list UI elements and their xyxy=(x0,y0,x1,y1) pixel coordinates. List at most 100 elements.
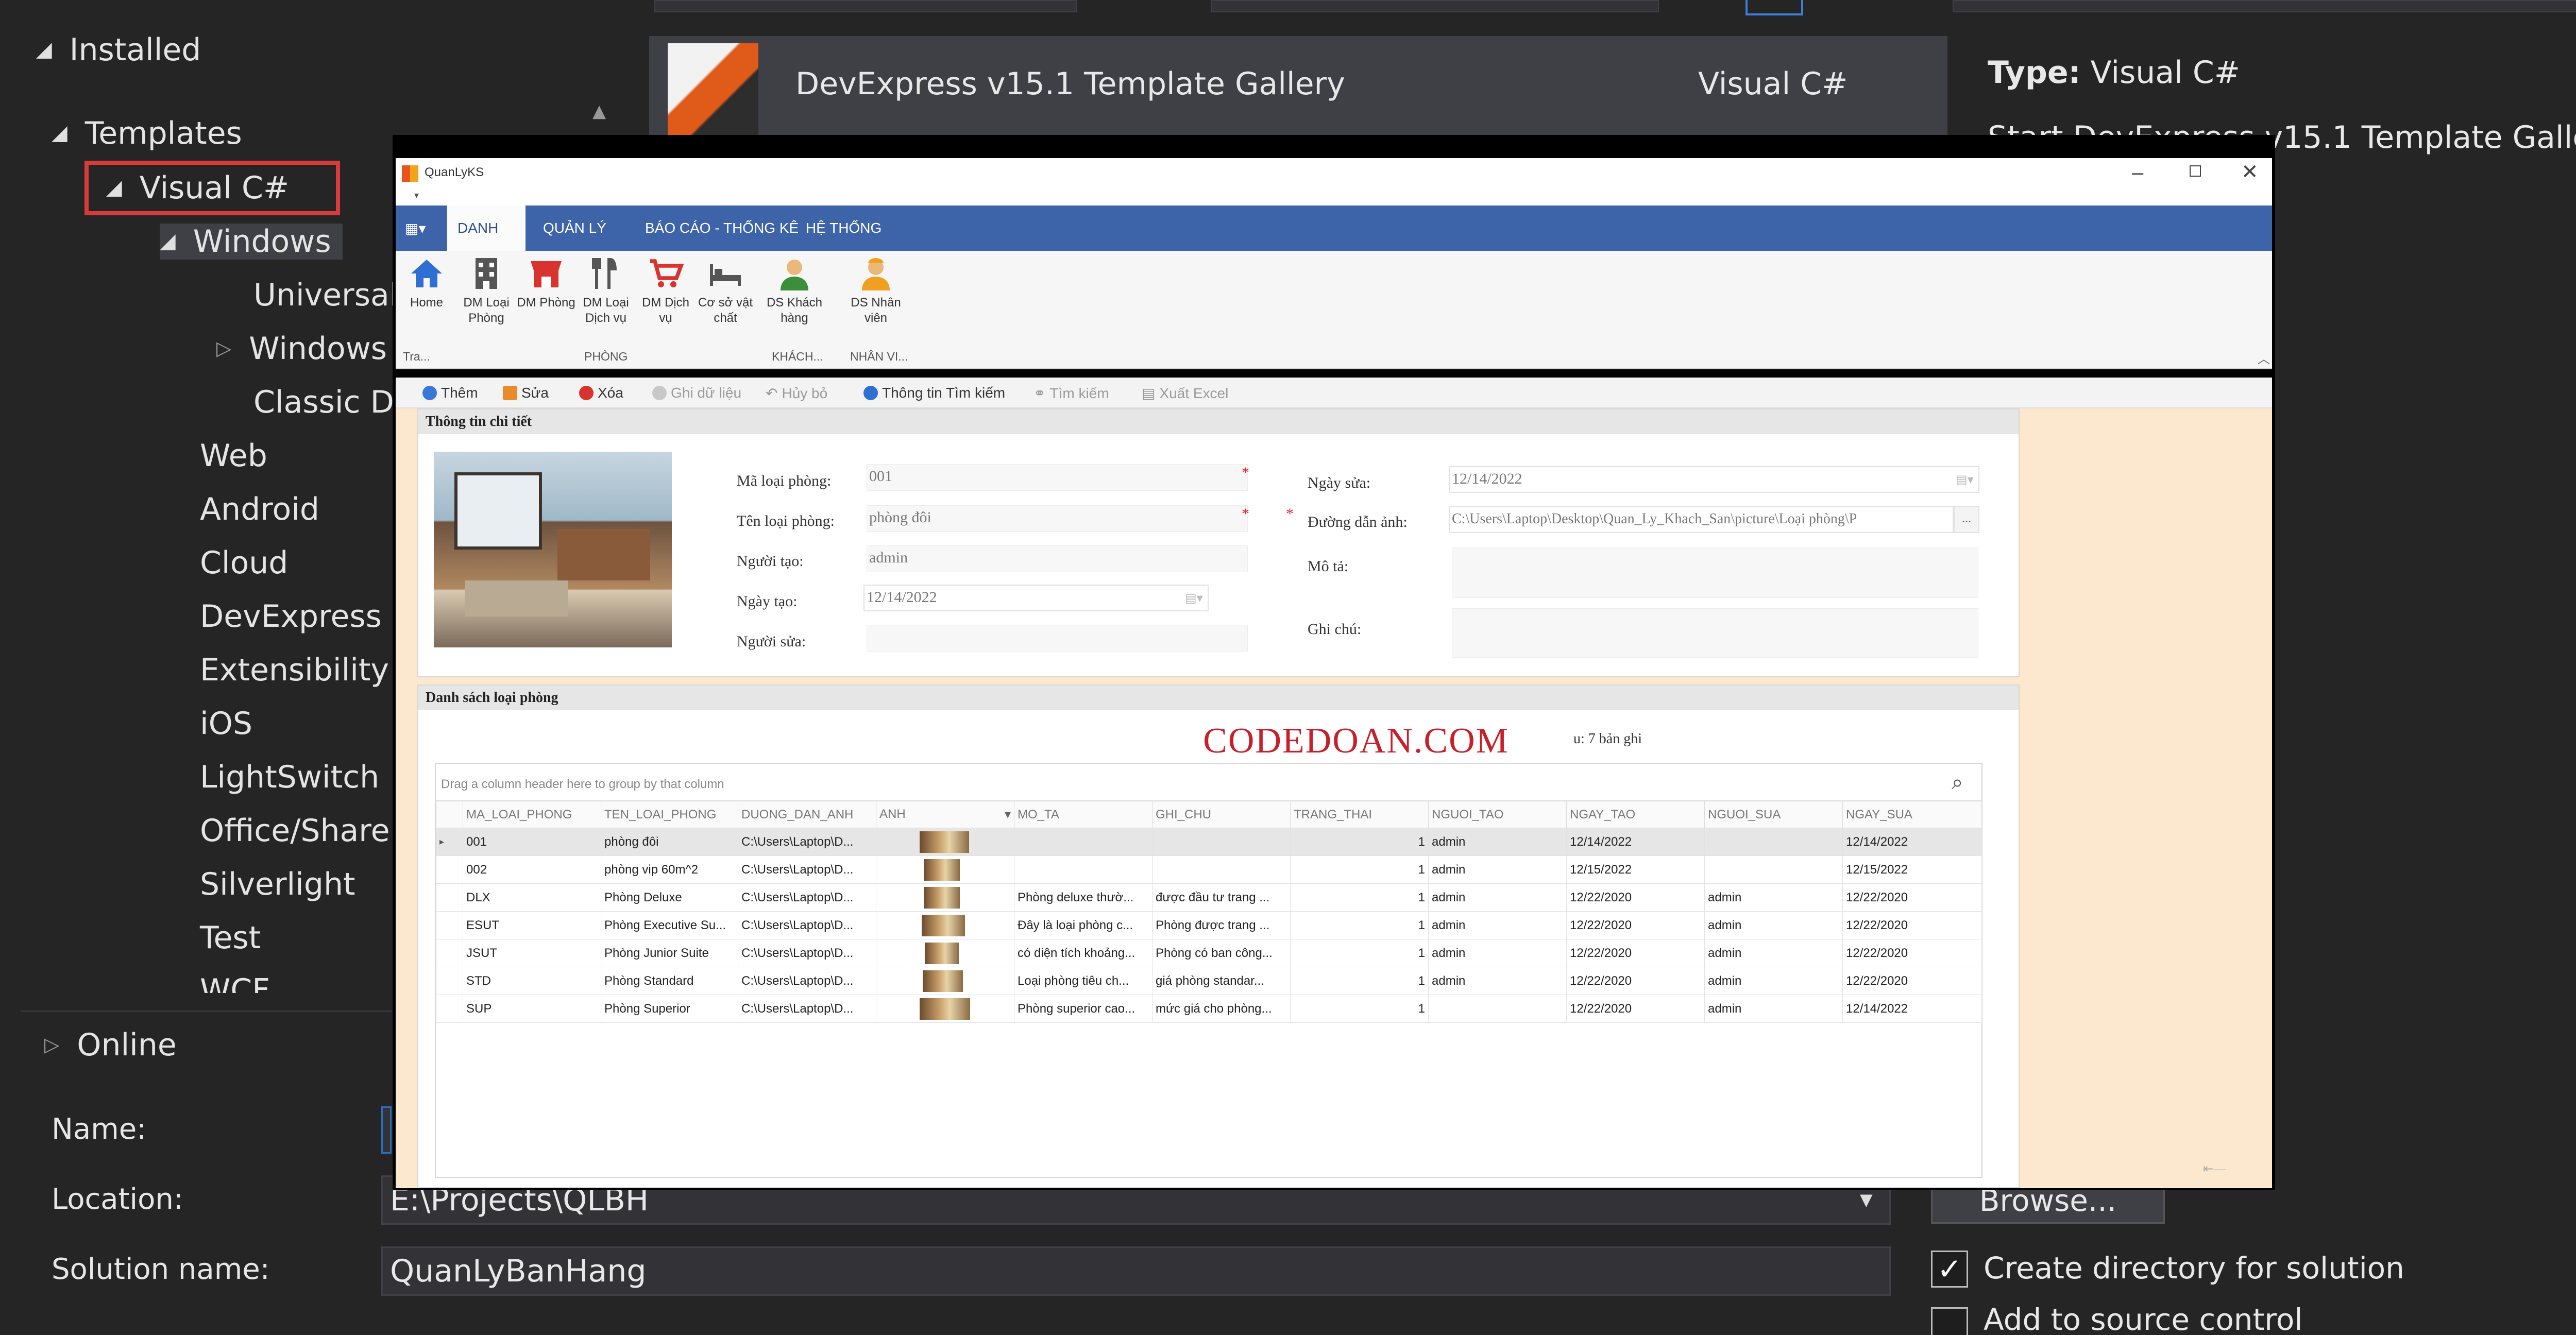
tree-cloud[interactable]: Cloud xyxy=(200,545,288,581)
ribbon-btn-ds-nhan-vien[interactable]: DS Nhân viên xyxy=(846,255,906,326)
grid-search-icon[interactable]: ⌕ xyxy=(1952,770,1963,794)
column-header[interactable]: NGUOI_SUA xyxy=(1704,801,1843,828)
vs-top-input-mid[interactable] xyxy=(1211,0,1659,12)
solution-name-field[interactable]: QuanLyBanHang xyxy=(381,1246,1891,1296)
row-indicator-icon: ▸ xyxy=(436,828,463,856)
ghi-chu-field[interactable] xyxy=(1452,608,1978,658)
ma-loai-phong-field[interactable]: 001 xyxy=(867,464,1248,491)
tree-silverlight[interactable]: Silverlight xyxy=(200,866,355,902)
table-row[interactable]: STD Phòng Standard C:\Users\Laptop\D... Loạ… xyxy=(436,967,1982,995)
ghi-chu-label: Ghi chú: xyxy=(1308,621,1362,638)
tree-visual-cs[interactable]: ◢ Visual C# xyxy=(106,170,289,206)
list-scroll-up-icon[interactable]: ▲ xyxy=(592,101,606,122)
table-row[interactable]: 002 phòng vip 60m^2 C:\Users\Laptop\D... 1 a… xyxy=(436,855,1982,884)
vs-top-input-left[interactable] xyxy=(654,0,1077,12)
column-header[interactable]: GHI_CHU xyxy=(1152,801,1291,828)
column-header[interactable]: NGUOI_TAO xyxy=(1428,801,1567,828)
create-directory-checkbox[interactable]: ✓ xyxy=(1931,1251,1968,1288)
template-list-item[interactable]: DevExpress v15.1 Template Gallery Visual… xyxy=(649,36,1947,139)
tab-bao-cao[interactable]: BÁO CÁO - THỐNG KÊ xyxy=(645,206,799,251)
location-label: Location: xyxy=(52,1183,183,1216)
collapse-icon: ◢ xyxy=(106,176,122,199)
table-header-row: MA_LOAI_PHONG TEN_LOAI_PHONG DUONG_DAN_A… xyxy=(436,801,1982,828)
tree-windows[interactable]: ◢ Windows xyxy=(160,224,343,260)
qat-dropdown-icon[interactable]: ▾ xyxy=(414,190,419,201)
nguoi-tao-field[interactable]: admin xyxy=(867,545,1248,572)
tab-quan-ly[interactable]: QUẢN LÝ xyxy=(543,206,606,251)
vs-search-input[interactable] xyxy=(1953,0,2576,12)
column-header[interactable]: DUONG_DAN_ANH xyxy=(738,801,876,828)
ribbon-collapse-icon[interactable]: ︿ xyxy=(2258,349,2270,367)
ribbon-btn-dm-phong[interactable]: DM Phòng xyxy=(516,255,576,311)
delete-button[interactable]: Xóa xyxy=(579,385,623,401)
tree-android[interactable]: Android xyxy=(200,491,319,527)
ribbon-btn-ds-khach-hang[interactable]: DS Khách hàng xyxy=(765,255,824,326)
table-row[interactable]: ESUT Phòng Executive Su... C:\Users\Laptop… xyxy=(436,911,1982,939)
column-header[interactable]: NGAY_SUA xyxy=(1842,801,1982,828)
room-thumbnail xyxy=(924,859,960,881)
tab-danh-muc[interactable]: DANH MỤC xyxy=(447,206,526,281)
ngay-tao-field[interactable]: 12/14/2022 xyxy=(863,585,1209,611)
table-row[interactable]: ▸ 001 phòng đôi C:\Users\Laptop\D... 1 admin 1… xyxy=(436,828,1982,856)
tree-classic[interactable]: Classic De xyxy=(253,384,413,420)
browse-image-button[interactable]: ... xyxy=(1954,506,1979,533)
vs-view-button[interactable] xyxy=(1745,0,1803,15)
name-field[interactable] xyxy=(381,1106,392,1154)
calendar-dropdown-icon[interactable]: ▤▾ xyxy=(1956,472,1974,487)
cancel-button[interactable]: ↶ Hủy bỏ xyxy=(766,385,827,402)
tree-devexpress[interactable]: DevExpress X xyxy=(200,598,413,635)
tree-wcf[interactable]: WCF xyxy=(200,972,270,993)
tree-templates[interactable]: ◢ Templates xyxy=(52,115,242,151)
close-button[interactable]: ✕ xyxy=(2241,160,2259,184)
tree-installed[interactable]: ◢ Installed xyxy=(36,32,201,68)
room-photo xyxy=(434,452,672,647)
nguoi-sua-field[interactable] xyxy=(867,625,1248,652)
column-header[interactable]: NGAY_TAO xyxy=(1566,801,1705,828)
tab-he-thong[interactable]: HỆ THỐNG xyxy=(806,206,882,251)
restore-button[interactable] xyxy=(2190,165,2201,177)
ribbon-btn-home[interactable]: Home xyxy=(397,255,456,311)
size-grip-icon[interactable]: ⇤— xyxy=(2203,1161,2226,1176)
save-button[interactable]: Ghi dữ liệu xyxy=(652,385,741,401)
tree-lightswitch[interactable]: LightSwitch xyxy=(200,759,379,795)
ribbon-btn-dm-loai-dich-vu[interactable]: DM Loại Dịch vụ xyxy=(576,255,636,326)
table-row[interactable]: DLX Phòng Deluxe C:\Users\Laptop\D... Phòng… xyxy=(436,883,1982,912)
ribbon-btn-dm-loai-phong[interactable]: DM Loại Phòng xyxy=(456,255,516,326)
ngay-sua-label: Ngày sửa: xyxy=(1308,474,1371,491)
duong-dan-anh-field[interactable]: C:\Users\Laptop\Desktop\Quan_Ly_Khach_Sa… xyxy=(1449,506,1954,533)
ten-loai-phong-field[interactable]: phòng đôi xyxy=(867,505,1248,532)
table-row[interactable]: SUP Phòng Superior C:\Users\Laptop\D... Phò… xyxy=(436,995,1982,1023)
column-header[interactable]: ANH ▾ xyxy=(876,801,1014,828)
app-menu-button[interactable]: ▦▾ xyxy=(405,220,426,237)
column-header[interactable]: MA_LOAI_PHONG xyxy=(463,801,601,828)
tree-windows-sub[interactable]: ▷ Windows xyxy=(216,331,387,367)
minimize-button[interactable]: – xyxy=(2132,161,2143,184)
column-header[interactable]: TRANG_THAI xyxy=(1290,801,1429,828)
ngay-sua-field[interactable]: 12/14/2022 xyxy=(1449,466,1979,493)
filter-icon[interactable]: ▾ xyxy=(1005,807,1011,822)
location-dropdown-icon[interactable]: ▼ xyxy=(1860,1190,1873,1209)
column-header[interactable]: MO_TA xyxy=(1014,801,1153,828)
edit-button[interactable]: Sửa xyxy=(503,385,549,401)
export-icon: ▤ xyxy=(1142,385,1156,401)
mo-ta-field[interactable] xyxy=(1452,547,1978,598)
tree-test[interactable]: Test xyxy=(200,920,261,956)
tree-online[interactable]: ▷ Online xyxy=(44,1027,177,1063)
tree-office[interactable]: Office/ShareP xyxy=(200,813,409,849)
tree-ios[interactable]: iOS xyxy=(200,706,252,742)
calendar-dropdown-icon[interactable]: ▤▾ xyxy=(1185,591,1203,606)
staff-icon xyxy=(862,258,890,290)
add-button[interactable]: Thêm xyxy=(422,385,478,401)
details-type: Type: Visual C# xyxy=(1988,55,2241,91)
column-header[interactable]: TEN_LOAI_PHONG xyxy=(601,801,738,828)
search-button[interactable]: ⚭ Tìm kiếm xyxy=(1033,385,1109,402)
search-info-button[interactable]: Thông tin Tìm kiếm xyxy=(863,385,1005,401)
ribbon-btn-dm-dich-vu[interactable]: DM Dịch vụ xyxy=(636,255,696,326)
ribbon-btn-co-so-vat-chat[interactable]: Cơ sở vật chất xyxy=(696,255,755,326)
export-excel-button[interactable]: ▤ Xuất Excel xyxy=(1142,385,1228,402)
tree-extensibility[interactable]: Extensibility xyxy=(200,652,389,688)
table-row[interactable]: JSUT Phòng Junior Suite C:\Users\Laptop\D.… xyxy=(436,939,1982,967)
tree-web[interactable]: Web xyxy=(200,438,267,474)
tree-universal[interactable]: Universal xyxy=(253,277,398,313)
add-source-control-checkbox[interactable] xyxy=(1931,1307,1968,1335)
